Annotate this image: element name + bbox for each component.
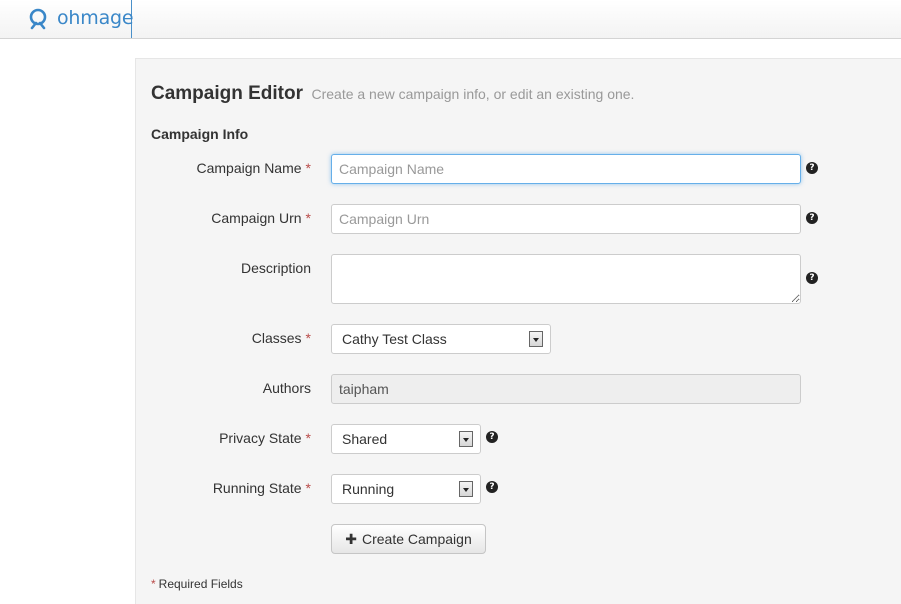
required-fields-note: * Required Fields [151,577,243,591]
logo-text: ohmage [57,7,134,29]
authors-field: taipham [331,374,801,404]
chevron-down-icon[interactable] [459,481,473,497]
classes-label: Classes * [252,330,311,346]
required-marker: * [305,160,311,176]
campaign-urn-label: Campaign Urn * [211,210,311,226]
chevron-down-icon[interactable] [529,331,543,347]
description-textarea[interactable] [331,254,801,304]
ohmage-logo[interactable]: ohmage [0,0,134,38]
chevron-down-icon[interactable] [459,431,473,447]
top-navbar: ohmage [0,0,901,39]
ohmage-logo-icon [29,8,47,30]
page-header: Campaign Editor Create a new campaign in… [151,83,634,105]
page-subtitle: Create a new campaign info, or edit an e… [311,86,635,102]
plus-icon: ✚ [345,532,357,548]
running-state-label-text: Running State [212,480,302,496]
privacy-selected-value: Shared [342,431,388,447]
section-heading: Campaign Info [151,126,249,142]
running-selected-value: Running [342,481,395,497]
campaign-name-label: Campaign Name * [196,160,311,176]
required-marker: * [305,480,311,496]
campaign-urn-input[interactable] [331,204,801,234]
classes-selected-value: Cathy Test Class [342,331,447,347]
running-state-select[interactable]: Running [331,474,481,504]
privacy-state-label-text: Privacy State [219,430,302,446]
privacy-state-select[interactable]: Shared [331,424,481,454]
running-state-label: Running State * [213,480,311,496]
required-marker: * [305,330,311,346]
campaign-editor-panel: Campaign Editor Create a new campaign in… [135,58,901,604]
create-campaign-button[interactable]: ✚ Create Campaign [331,524,486,554]
page-title: Campaign Editor [151,83,304,104]
help-icon[interactable]: ? [806,272,818,284]
classes-select[interactable]: Cathy Test Class [331,324,551,354]
campaign-name-input[interactable] [331,154,801,184]
required-fields-text: Required Fields [158,577,243,591]
description-label: Description [240,260,311,276]
privacy-state-label: Privacy State * [219,430,311,446]
help-icon[interactable]: ? [806,212,818,224]
help-icon[interactable]: ? [486,431,498,443]
create-campaign-label: Create Campaign [362,531,472,547]
required-marker: * [151,577,156,591]
authors-label: Authors [262,380,311,396]
required-marker: * [305,430,311,446]
campaign-name-label-text: Campaign Name [196,160,302,176]
campaign-urn-label-text: Campaign Urn [211,210,302,226]
classes-label-text: Classes [251,330,302,346]
required-marker: * [305,210,311,226]
help-icon[interactable]: ? [806,162,818,174]
help-icon[interactable]: ? [486,481,498,493]
